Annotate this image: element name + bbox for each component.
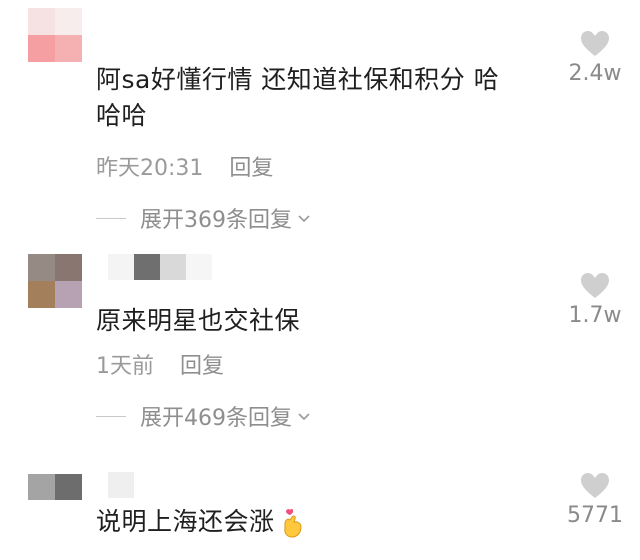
comment-item: 原来明星也交社保 1天前 回复 展开469条回复 1.7w <box>0 248 640 438</box>
reply-button[interactable]: 回复 <box>180 348 224 380</box>
like-count: 2.4w <box>568 61 622 86</box>
heart-icon <box>581 473 609 498</box>
heart-icon <box>581 273 609 298</box>
comment-text: 原来明星也交社保 <box>96 306 301 335</box>
avatar[interactable] <box>28 8 82 62</box>
expand-replies-button[interactable]: 展开369条回复 <box>96 202 312 234</box>
like-count: 1.7w <box>568 303 622 328</box>
finger-heart-emoji <box>283 508 302 538</box>
avatar[interactable] <box>28 254 82 308</box>
username-blurred[interactable] <box>108 254 212 280</box>
username-blurred[interactable] <box>108 472 134 498</box>
heart-icon <box>581 31 609 56</box>
chevron-down-icon <box>298 413 310 421</box>
comment-item: 说明上海还会涨 5771 <box>0 460 640 560</box>
like-count: 5771 <box>567 503 623 528</box>
comment-text: 说明上海还会涨 <box>96 504 309 540</box>
expand-replies-label: 展开469条回复 <box>140 406 292 431</box>
reply-button[interactable]: 回复 <box>229 150 273 182</box>
chevron-down-icon <box>298 215 310 223</box>
comment-item: 阿sa好懂行情 还知道社保和积分 哈 哈哈 昨天20:31 回复 展开369条回… <box>0 0 640 240</box>
divider <box>96 415 126 417</box>
like-button[interactable]: 1.7w <box>560 272 630 328</box>
comment-meta: 昨天20:31 回复 <box>96 150 273 182</box>
comment-time: 昨天20:31 <box>96 156 204 181</box>
like-button[interactable]: 5771 <box>560 472 630 528</box>
like-button[interactable]: 2.4w <box>560 30 630 86</box>
expand-replies-button[interactable]: 展开469条回复 <box>96 400 312 432</box>
comment-meta: 1天前 回复 <box>96 348 224 380</box>
comment-text: 阿sa好懂行情 还知道社保和积分 哈 哈哈 <box>96 65 500 130</box>
divider <box>96 217 126 219</box>
avatar[interactable] <box>28 474 82 500</box>
comment-time: 1天前 <box>96 354 154 379</box>
expand-replies-label: 展开369条回复 <box>140 208 292 233</box>
